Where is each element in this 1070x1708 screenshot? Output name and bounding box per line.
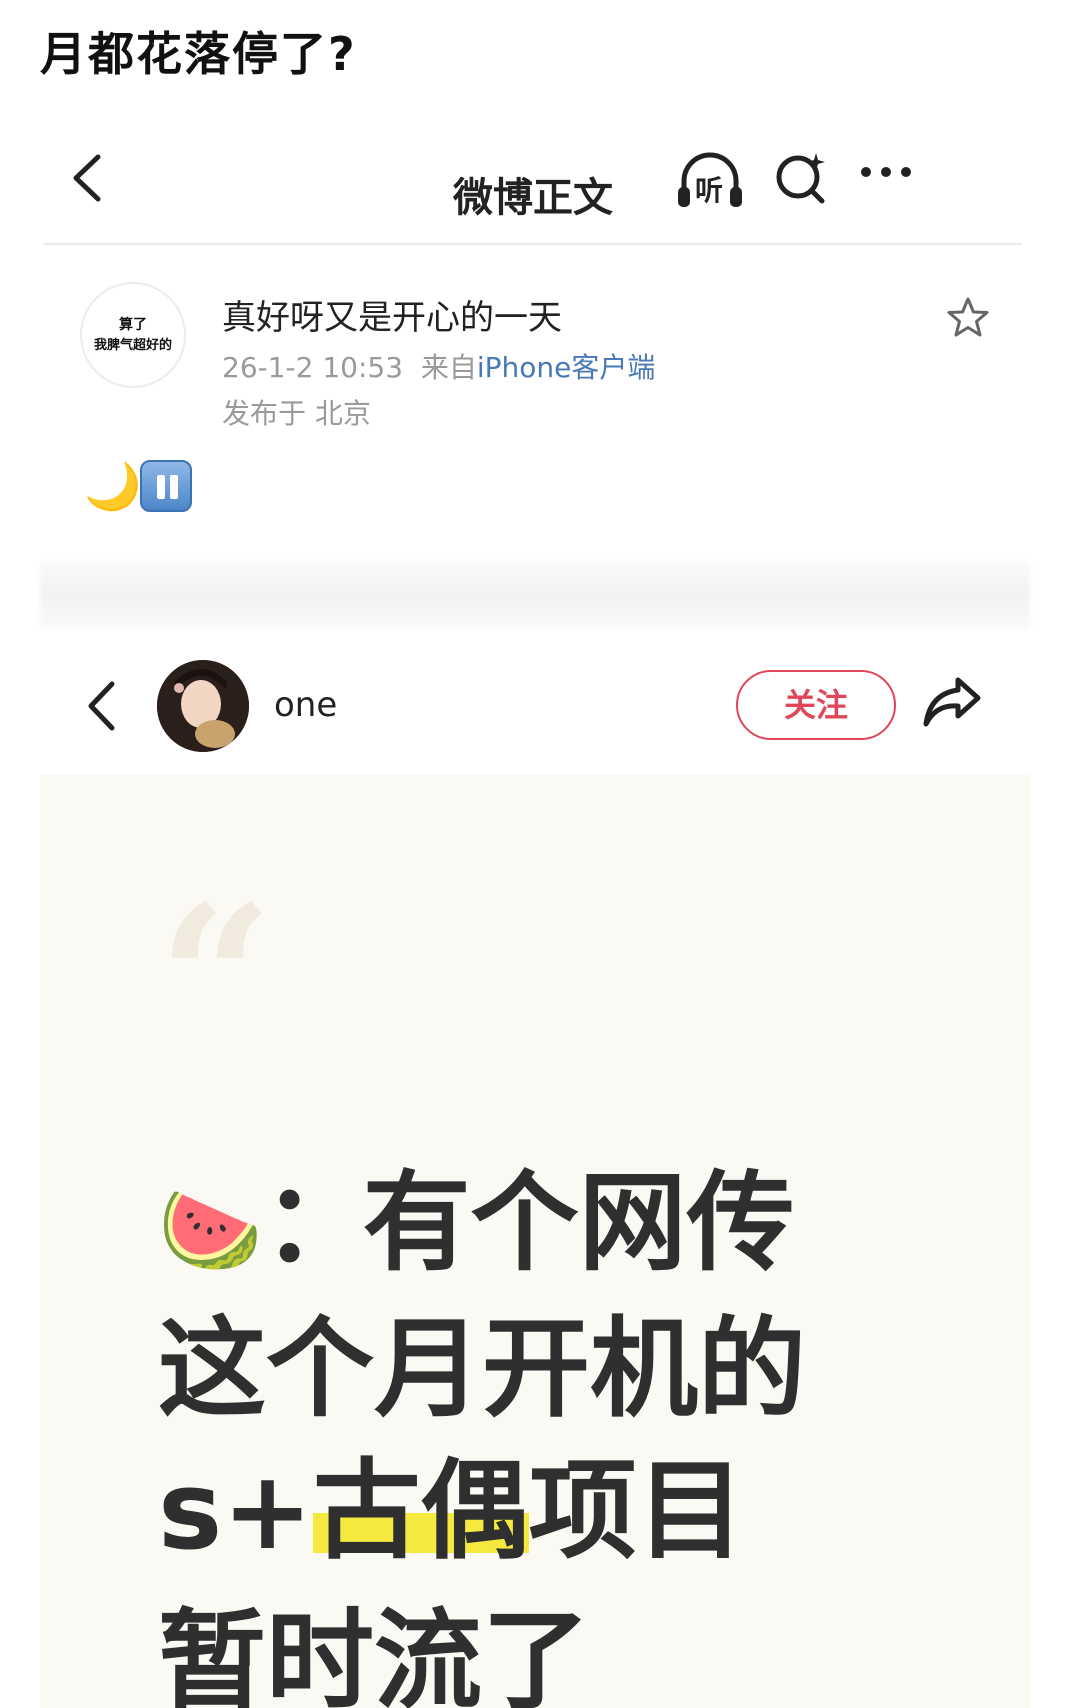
- search-sparkle-icon[interactable]: [774, 151, 830, 207]
- user-avatar[interactable]: [157, 660, 249, 752]
- card-line-1: 🍉：有个网传: [158, 1170, 795, 1278]
- blurred-divider: [40, 560, 1030, 630]
- card-line-3-prefix: s+: [158, 1449, 313, 1574]
- post-title: 真好呀又是开心的一天: [222, 298, 562, 338]
- post-meta: 26-1-2 10:53 来自iPhone客户端: [222, 346, 655, 386]
- post-datetime: 26-1-2 10:53: [222, 351, 404, 384]
- author-avatar[interactable]: 算了 我脾气超好的: [80, 282, 186, 388]
- post-location: 发布于 北京: [222, 397, 371, 430]
- username[interactable]: one: [274, 685, 337, 725]
- crescent-moon-icon: 🌙: [84, 459, 142, 513]
- card-colon: ：: [262, 1161, 371, 1286]
- listen-icon[interactable]: 听: [676, 149, 744, 211]
- quote-mark: “: [158, 862, 274, 1097]
- share-icon[interactable]: [922, 674, 982, 730]
- post-source-link[interactable]: iPhone客户端: [477, 351, 656, 384]
- card-line-2: 这个月开机的: [158, 1307, 807, 1432]
- watermelon-icon: 🍉: [158, 1181, 263, 1280]
- card-line-4: 暂时流了: [158, 1599, 591, 1708]
- avatar-text-line2: 我脾气超好的: [93, 338, 172, 353]
- card-line-1-text: 有个网传: [362, 1161, 795, 1286]
- avatar-text-line1: 算了: [119, 317, 147, 333]
- pause-icon: [140, 460, 192, 512]
- weibo-top-bar: 微博正文 听: [44, 135, 1022, 245]
- card-line-3-suffix: 项目: [528, 1449, 745, 1574]
- more-icon[interactable]: [860, 165, 912, 179]
- card-line-3: s+ 古偶项目: [158, 1458, 745, 1566]
- post-from-prefix: 来自: [420, 351, 477, 384]
- highlighted-text: 古偶: [312, 1449, 529, 1574]
- back-chevron-icon[interactable]: [84, 680, 118, 732]
- star-icon[interactable]: [946, 296, 990, 340]
- listen-label: 听: [695, 174, 724, 207]
- page-caption: 月都花落停了?: [40, 27, 357, 81]
- post-emoji-row: 🌙: [84, 458, 192, 514]
- follow-button[interactable]: 关注: [736, 670, 896, 740]
